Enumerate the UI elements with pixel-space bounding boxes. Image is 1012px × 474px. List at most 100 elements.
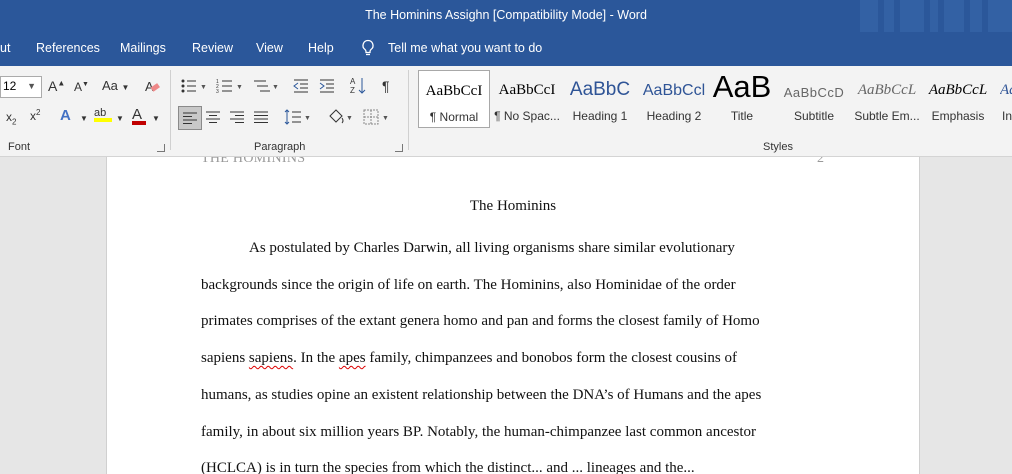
shading-icon[interactable]: ▼: [326, 108, 354, 126]
svg-text:▼: ▼: [346, 115, 353, 122]
body-line: primates comprises of the extant genera …: [201, 313, 760, 329]
tell-me-search[interactable]: Tell me what you want to do: [388, 41, 542, 55]
font-size-box[interactable]: 12 ▼: [0, 76, 42, 98]
svg-text:▼: ▼: [272, 84, 279, 91]
style-name: Heading 1: [572, 109, 628, 123]
justify-icon[interactable]: [252, 110, 270, 124]
increase-indent-icon[interactable]: [318, 78, 336, 94]
font-size-value: 12: [3, 79, 17, 93]
style-intense-emphasis[interactable]: AaI In: [996, 70, 1012, 128]
tab-review[interactable]: Review: [192, 41, 233, 55]
align-right-icon[interactable]: [228, 110, 246, 124]
title-bar: The Hominins Assighn [Compatibility Mode…: [0, 0, 1012, 32]
group-separator: [408, 70, 409, 150]
decrease-indent-icon[interactable]: [292, 78, 310, 94]
page-number: 2: [817, 157, 824, 166]
page-header: THE HOMININS: [201, 157, 306, 166]
tab-help[interactable]: Help: [308, 41, 334, 55]
numbering-icon[interactable]: 123 ▼: [216, 78, 244, 94]
highlight-icon[interactable]: ab: [94, 107, 112, 122]
style-normal[interactable]: AaBbCcI ¶ Normal: [418, 70, 490, 128]
tab-references[interactable]: References: [36, 41, 100, 55]
align-center-icon[interactable]: [204, 110, 222, 124]
style-sample: AaBbC: [569, 79, 631, 100]
style-heading-1[interactable]: AaBbC Heading 1: [564, 70, 636, 128]
chevron-down-icon[interactable]: ▼: [152, 114, 160, 123]
style-sample: AaBbCcI: [425, 83, 483, 99]
change-case-icon[interactable]: Aa ▼: [102, 78, 129, 93]
shrink-font-icon[interactable]: A▼: [74, 80, 89, 94]
bullets-icon[interactable]: ▼: [180, 78, 208, 94]
tab-view[interactable]: View: [256, 41, 283, 55]
pilcrow-icon[interactable]: ¶: [382, 78, 390, 94]
style-sample: AaBbCcL: [928, 82, 988, 98]
body-line: backgrounds since the origin of life on …: [201, 277, 736, 293]
subscript-icon[interactable]: x2: [6, 110, 16, 126]
spelling-error[interactable]: sapiens: [249, 350, 293, 366]
svg-text:▼: ▼: [382, 115, 389, 122]
style-name: In: [1002, 109, 1012, 123]
styles-gallery: AaBbCcI ¶ Normal AaBbCcI ¶ No Spac... Aa…: [418, 70, 1012, 130]
sort-icon[interactable]: AZ: [350, 76, 366, 96]
chevron-down-icon[interactable]: ▼: [116, 114, 124, 123]
style-sample: AaBbCcI: [498, 82, 556, 98]
style-heading-2[interactable]: AaBbCcl Heading 2: [638, 70, 710, 128]
style-name: Subtle Em...: [854, 109, 920, 123]
grow-font-icon[interactable]: A▲: [48, 78, 65, 94]
group-separator: [170, 70, 171, 150]
body-line: (HCLCA) is in turn the species from whic…: [201, 460, 695, 474]
style-sample: AaBbCcl: [642, 82, 706, 99]
document-area: THE HOMININS 2 The Hominins As postulate…: [0, 157, 1012, 474]
style-sample: AaBbCcD: [783, 85, 845, 100]
multilevel-list-icon[interactable]: ▼: [252, 78, 280, 94]
document-title: The Hominins: [469, 198, 557, 214]
font-dialog-launcher[interactable]: [157, 144, 165, 152]
style-emphasis[interactable]: AaBbCcL Emphasis: [924, 70, 992, 128]
style-no-spacing[interactable]: AaBbCcI ¶ No Spac...: [492, 70, 562, 128]
style-name: ¶ No Spac...: [494, 109, 560, 123]
text-run: sapiens: [201, 350, 249, 366]
align-left-icon: [183, 112, 197, 124]
svg-text:Z: Z: [350, 86, 355, 95]
chevron-down-icon: ▼: [27, 81, 36, 91]
document-page[interactable]: THE HOMININS 2 The Hominins As postulate…: [106, 157, 920, 474]
svg-text:▼: ▼: [304, 115, 311, 122]
ribbon-tabs: ut References Mailings Review View Help …: [0, 32, 1012, 66]
spelling-error[interactable]: apes: [339, 350, 366, 366]
style-title[interactable]: AaB Title: [710, 70, 774, 128]
body-line: family, in about six million years BP. N…: [201, 424, 757, 440]
body-line: As postulated by Charles Darwin, all liv…: [249, 240, 735, 256]
svg-text:▼: ▼: [200, 84, 207, 91]
group-label-font: Font: [8, 141, 31, 153]
align-left-button[interactable]: [178, 106, 202, 130]
tab-mailings[interactable]: Mailings: [120, 41, 166, 55]
text-effects-icon[interactable]: A: [60, 107, 71, 124]
superscript-icon[interactable]: x2: [30, 108, 40, 123]
window-title: The Hominins Assighn [Compatibility Mode…: [365, 8, 647, 22]
svg-text:▼: ▼: [236, 84, 243, 91]
body-line: sapiens sapiens. In the apes family, chi…: [201, 350, 737, 367]
borders-icon[interactable]: ▼: [362, 108, 390, 126]
lightbulb-icon: [362, 39, 374, 56]
style-name: Emphasis: [931, 109, 985, 123]
body-line: humans, as studies opine an existent rel…: [201, 387, 762, 403]
style-subtle-emphasis[interactable]: AaBbCcL Subtle Em...: [852, 70, 922, 128]
line-spacing-icon[interactable]: ▼: [284, 108, 312, 126]
clear-formatting-icon[interactable]: A: [144, 78, 160, 94]
style-sample: AaBbCcL: [857, 82, 917, 98]
svg-text:3: 3: [216, 89, 219, 94]
font-color-icon[interactable]: A: [132, 106, 146, 125]
paragraph-dialog-launcher[interactable]: [395, 144, 403, 152]
text-run: . In the: [293, 350, 339, 366]
tab-layout[interactable]: ut: [0, 41, 10, 55]
chevron-down-icon[interactable]: ▼: [80, 114, 88, 123]
style-subtitle[interactable]: AaBbCcD Subtitle: [776, 70, 852, 128]
style-name: Subtitle: [793, 109, 835, 123]
group-label-paragraph: Paragraph: [254, 141, 306, 153]
text-run: family, chimpanzees and bonobos form the…: [365, 350, 738, 366]
style-name: ¶ Normal: [429, 110, 479, 124]
group-label-styles: Styles: [763, 141, 793, 153]
svg-text:A: A: [350, 77, 356, 86]
style-sample: AaI: [1000, 82, 1012, 98]
style-sample: AaB: [712, 70, 772, 104]
